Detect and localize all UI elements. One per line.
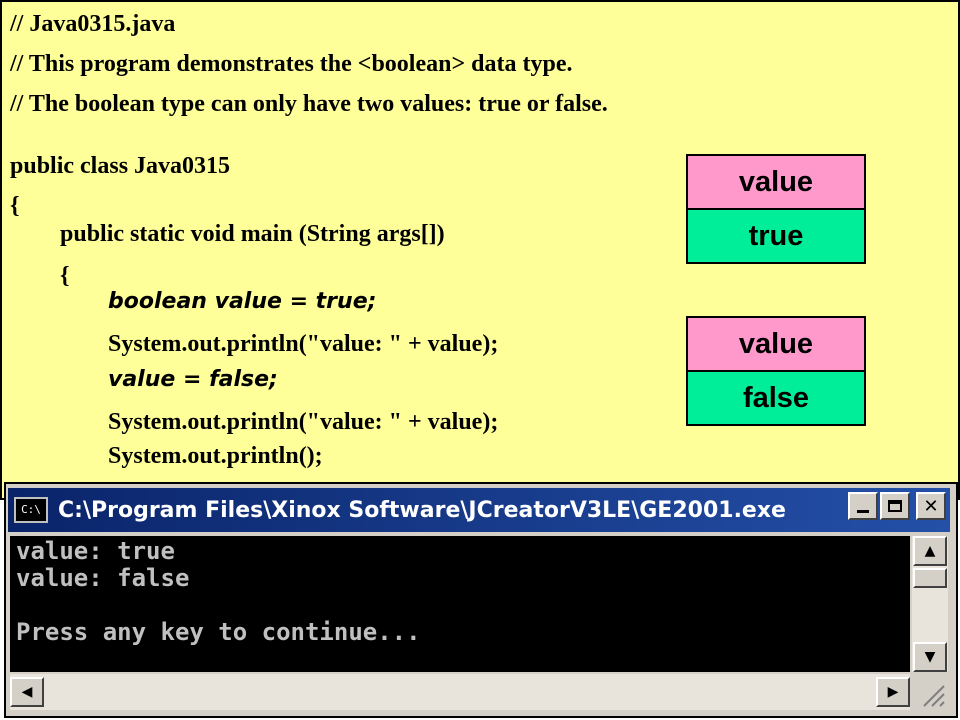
- memory-box-value: false: [688, 372, 864, 424]
- scroll-right-button[interactable]: ▶: [876, 677, 910, 707]
- memory-box-true: value true: [686, 154, 866, 264]
- close-icon: ✕: [923, 495, 939, 517]
- resize-grip-lines: [923, 685, 945, 707]
- maximize-button[interactable]: [880, 492, 910, 520]
- memory-box-name: value: [688, 318, 864, 372]
- memory-box-value: true: [688, 210, 864, 262]
- code-statement-declare: boolean value = true;: [108, 289, 377, 314]
- memory-box-false: value false: [686, 316, 866, 426]
- arrow-left-icon: ◀: [21, 684, 33, 700]
- arrow-down-icon: ▼: [924, 649, 936, 665]
- code-main-declaration: public static void main (String args[]): [60, 221, 445, 247]
- arrow-right-icon: ▶: [887, 684, 899, 700]
- console-output-text: value: true value: false Press any key t…: [16, 537, 421, 646]
- resize-grip-icon[interactable]: [912, 674, 948, 710]
- code-comment-2: // This program demonstrates the <boolea…: [10, 51, 573, 77]
- minimize-icon: [857, 509, 869, 513]
- code-panel: // Java0315.java // This program demonst…: [0, 0, 960, 500]
- memory-box-name: value: [688, 156, 864, 210]
- console-app-icon[interactable]: C:\: [14, 497, 48, 523]
- console-output-area[interactable]: value: true value: false Press any key t…: [10, 536, 910, 672]
- console-title-bar[interactable]: C:\ C:\Program Files\Xinox Software\JCre…: [8, 488, 950, 532]
- code-statement-assign: value = false;: [108, 367, 278, 392]
- console-title: C:\Program Files\Xinox Software\JCreator…: [58, 497, 786, 523]
- scroll-left-button[interactable]: ◀: [10, 677, 44, 707]
- vertical-scroll-thumb[interactable]: [913, 568, 947, 588]
- scroll-up-button[interactable]: ▲: [913, 536, 947, 566]
- minimize-button[interactable]: [848, 492, 878, 520]
- close-button[interactable]: ✕: [916, 492, 946, 520]
- code-statement-print-blank: System.out.println();: [108, 443, 323, 469]
- horizontal-scrollbar[interactable]: ◀ ▶: [10, 674, 910, 710]
- code-class-declaration: public class Java0315: [10, 153, 231, 179]
- maximize-icon: [888, 500, 902, 512]
- code-open-brace-class: {: [10, 193, 20, 219]
- console-window: C:\ C:\Program Files\Xinox Software\JCre…: [4, 482, 958, 718]
- code-comment-1: // Java0315.java: [10, 11, 176, 37]
- scroll-down-button[interactable]: ▼: [913, 642, 947, 672]
- code-open-brace-main: {: [60, 263, 70, 289]
- vertical-scrollbar[interactable]: ▲ ▼: [912, 536, 948, 672]
- code-statement-print-2: System.out.println("value: " + value);: [108, 409, 499, 435]
- arrow-up-icon: ▲: [924, 543, 936, 559]
- code-statement-print-1: System.out.println("value: " + value);: [108, 331, 499, 357]
- code-comment-3: // The boolean type can only have two va…: [10, 91, 608, 117]
